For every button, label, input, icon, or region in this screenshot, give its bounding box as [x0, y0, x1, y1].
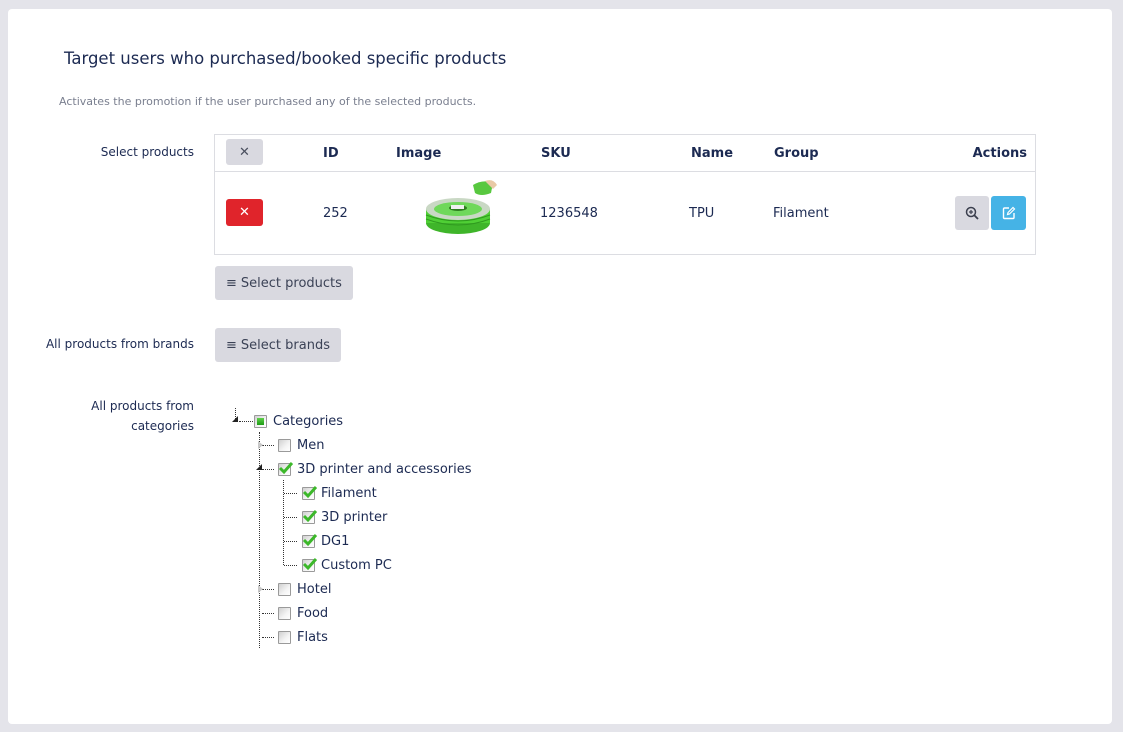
tree-connector: [262, 589, 274, 590]
product-id: 252: [323, 206, 348, 221]
expand-men-toggle[interactable]: [258, 441, 263, 449]
tree-node-dg1[interactable]: DG1: [302, 531, 349, 551]
tree-node-3d-printer-accessories[interactable]: 3D printer and accessories: [278, 459, 472, 479]
collapse-categories-toggle[interactable]: [232, 416, 238, 422]
preview-product-button[interactable]: [955, 196, 989, 230]
partial-checkbox[interactable]: [254, 414, 267, 428]
check-icon: [278, 461, 294, 474]
tree-connector: [262, 445, 274, 446]
tree-node-label: Filament: [321, 485, 377, 501]
checkbox[interactable]: [278, 438, 291, 452]
tree-node-label: Food: [297, 605, 329, 621]
tree-node-label: Hotel: [297, 581, 332, 597]
select-products-button[interactable]: ≡ Select products: [215, 266, 353, 300]
check-icon: [302, 485, 318, 498]
checked-checkbox[interactable]: [278, 461, 294, 476]
table-header: ✕ ID Image SKU Name Group Actions: [215, 135, 1035, 172]
checkbox[interactable]: [278, 606, 291, 620]
tree-connector: [284, 565, 297, 566]
tree-node-custom-pc[interactable]: Custom PC: [302, 555, 392, 575]
select-products-button-label: Select products: [240, 275, 342, 291]
tree-connector: [284, 541, 297, 542]
select-brands-button-label: Select brands: [240, 337, 330, 353]
checked-checkbox[interactable]: [302, 485, 318, 500]
tree-connector: [284, 517, 297, 518]
checked-checkbox[interactable]: [302, 533, 318, 548]
column-id: ID: [323, 146, 339, 161]
tree-node-label: Men: [297, 437, 325, 453]
promotion-condition-card: Target users who purchased/booked specif…: [8, 9, 1112, 724]
remove-all-button[interactable]: ✕: [226, 139, 263, 165]
section-title: Target users who purchased/booked specif…: [64, 49, 507, 68]
categories-label-line2: categories: [131, 419, 194, 433]
edit-product-button[interactable]: [991, 196, 1026, 230]
close-icon: ✕: [239, 205, 250, 220]
tree-connector: [239, 421, 253, 422]
select-products-label: Select products: [100, 145, 194, 159]
tree-node-food[interactable]: Food: [278, 603, 328, 623]
check-icon: [302, 557, 318, 570]
tree-node-hotel[interactable]: Hotel: [278, 579, 331, 599]
tree-node-label: Flats: [297, 629, 328, 645]
column-sku: SKU: [541, 146, 571, 161]
tree-node-flats[interactable]: Flats: [278, 627, 328, 647]
expand-hotel-toggle[interactable]: [258, 585, 263, 593]
close-icon: ✕: [239, 144, 250, 160]
tree-connector: [262, 637, 274, 638]
product-group: Filament: [773, 206, 829, 221]
column-name: Name: [691, 146, 734, 161]
zoom-in-icon: [965, 206, 979, 220]
filament-spool-image: [425, 180, 497, 234]
tree-node-label: 3D printer: [321, 509, 388, 525]
tree-node-label: Categories: [273, 413, 344, 429]
tree-node-label: Custom PC: [321, 557, 392, 573]
tree-connector: [284, 493, 297, 494]
selected-products-table: ✕ ID Image SKU Name Group Actions ✕ 252: [214, 134, 1036, 255]
tree-node-label: 3D printer and accessories: [297, 461, 472, 477]
categories-label: All products from categories: [91, 396, 194, 436]
column-actions: Actions: [972, 146, 1027, 161]
list-icon: ≡: [226, 337, 237, 353]
checkbox[interactable]: [278, 630, 291, 644]
product-image: [423, 179, 499, 239]
tree-node-label: DG1: [321, 533, 350, 549]
tree-node-3d-printer[interactable]: 3D printer: [302, 507, 387, 527]
brands-label: All products from brands: [45, 337, 194, 351]
column-image: Image: [396, 146, 442, 161]
checked-checkbox[interactable]: [302, 509, 318, 524]
check-icon: [302, 509, 318, 522]
product-name: TPU: [689, 206, 715, 221]
tree-node-filament[interactable]: Filament: [302, 483, 377, 503]
tree-node-men[interactable]: Men: [278, 435, 324, 455]
check-icon: [302, 533, 318, 546]
edit-icon: [1002, 206, 1015, 220]
tree-node-categories[interactable]: Categories: [254, 411, 343, 431]
select-brands-button[interactable]: ≡ Select brands: [215, 328, 341, 362]
section-subtitle: Activates the promotion if the user purc…: [59, 95, 477, 108]
column-group: Group: [774, 146, 819, 161]
category-tree: Categories Men 3D printer and accessorie…: [224, 400, 524, 650]
categories-label-line1: All products from: [91, 399, 194, 413]
list-icon: ≡: [226, 275, 237, 291]
tree-connector: [262, 613, 274, 614]
tree-connector: [262, 469, 274, 470]
checkbox[interactable]: [278, 582, 291, 596]
checked-checkbox[interactable]: [302, 557, 318, 572]
collapse-3d-printer-toggle[interactable]: [256, 464, 262, 470]
product-sku: 1236548: [540, 206, 598, 221]
remove-product-button[interactable]: ✕: [226, 199, 263, 226]
